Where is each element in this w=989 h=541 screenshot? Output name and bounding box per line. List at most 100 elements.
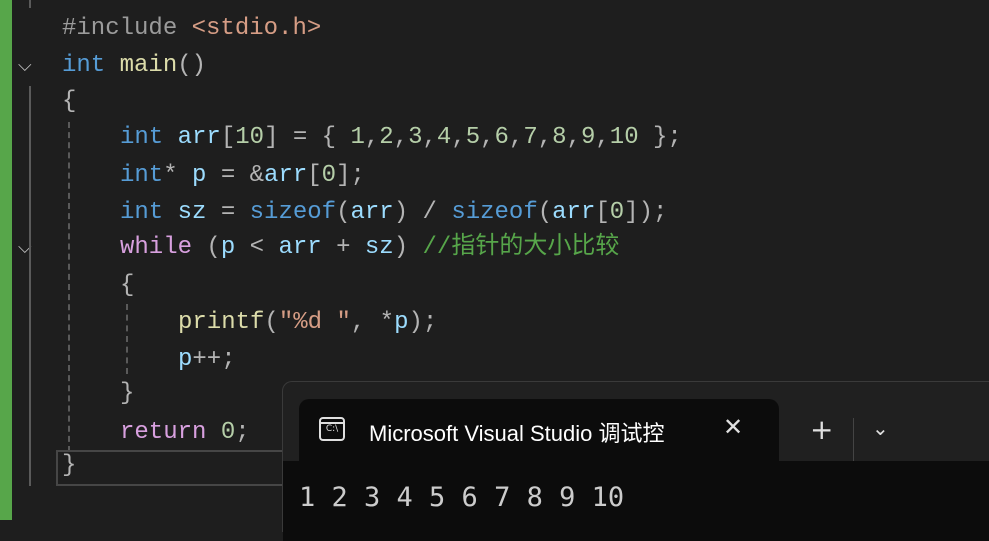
code-token: "%d "	[278, 309, 351, 336]
code-token: //指针的大小比较	[422, 234, 620, 261]
code-token: = &	[206, 162, 265, 189]
code-token: ]);	[624, 199, 668, 226]
scope-guide	[68, 122, 70, 452]
code-token: return	[120, 419, 207, 446]
code-token: =	[206, 199, 250, 226]
code-token: #include	[62, 15, 192, 42]
code-token: ,	[393, 124, 409, 151]
code-line[interactable]: return 0;	[120, 414, 250, 451]
code-token: }	[62, 452, 77, 479]
close-icon[interactable]: ✕	[723, 413, 743, 441]
code-line[interactable]: int* p = &arr[0];	[120, 157, 365, 194]
code-token: ] = {	[264, 124, 351, 151]
console-icon: C:\	[319, 417, 345, 441]
collapse-while-icon[interactable]: ⌵	[18, 237, 38, 258]
code-token: 1	[350, 124, 365, 151]
collapse-main-icon[interactable]: ⌵	[18, 55, 38, 76]
code-token: 5	[465, 124, 481, 151]
terminal-output: 1 2 3 4 5 6 7 8 9 10	[299, 482, 625, 513]
code-token: ++;	[192, 346, 236, 373]
code-token: 2	[379, 124, 394, 151]
code-token: ,	[595, 124, 610, 151]
code-token: ) /	[393, 199, 452, 226]
code-token: ,	[566, 124, 581, 151]
scope-guide	[29, 0, 31, 8]
code-token: p	[192, 162, 207, 189]
code-token: arr	[177, 124, 221, 151]
code-token: ;	[235, 419, 250, 446]
code-token: +	[321, 234, 365, 261]
new-tab-button[interactable]: +	[810, 412, 833, 448]
code-token: }	[120, 380, 135, 407]
code-token: int	[62, 52, 106, 79]
code-line[interactable]: }	[120, 375, 134, 412]
code-token: main	[119, 52, 178, 79]
chevron-down-icon[interactable]: ⌄	[872, 416, 889, 440]
code-token: , *	[350, 309, 395, 336]
code-token: int	[120, 162, 164, 189]
code-token: 0	[609, 199, 625, 226]
code-token: [	[307, 162, 322, 189]
code-token: int	[120, 199, 164, 226]
code-token: (	[264, 309, 279, 336]
code-token: p	[220, 234, 236, 261]
code-token: ,	[508, 124, 524, 151]
code-token: *	[163, 162, 193, 189]
console-icon-text: C:\	[325, 424, 339, 434]
tab-title: Microsoft Visual Studio 调试控	[369, 421, 665, 446]
code-line[interactable]: int main()	[62, 47, 206, 84]
divider	[853, 418, 854, 464]
code-token: arr	[552, 199, 596, 226]
code-token: )	[393, 234, 423, 261]
code-token: 9	[580, 124, 596, 151]
code-token: p	[178, 346, 193, 373]
code-token: sz	[177, 199, 207, 226]
code-line[interactable]: int arr[10] = { 1,2,3,4,5,6,7,8,9,10 };	[120, 119, 682, 156]
code-token: 6	[494, 124, 509, 151]
scope-guide	[126, 304, 128, 374]
code-token: (	[537, 199, 553, 226]
code-line[interactable]: {	[120, 267, 134, 304]
code-token: 10	[609, 124, 639, 151]
code-token: 8	[552, 124, 567, 151]
code-line[interactable]: while (p < arr + sz) //指针的大小比较	[120, 229, 619, 266]
code-token: ,	[451, 124, 466, 151]
code-token: arr	[350, 199, 394, 226]
code-token: [	[220, 124, 236, 151]
code-line[interactable]: }	[62, 447, 76, 484]
code-token: 0	[321, 162, 337, 189]
code-token: {	[62, 88, 77, 115]
code-line[interactable]: printf("%d ", *p);	[178, 304, 437, 341]
code-line[interactable]: p++;	[178, 341, 236, 378]
code-line[interactable]: #include <stdio.h>	[62, 10, 321, 47]
code-token: arr	[264, 162, 308, 189]
code-token: (	[192, 234, 221, 261]
code-token: 10	[235, 124, 265, 151]
code-token: sizeof	[249, 199, 337, 226]
code-token: 4	[436, 124, 452, 151]
code-token: (	[336, 199, 351, 226]
code-line[interactable]: {	[62, 83, 76, 120]
code-token: );	[408, 309, 438, 336]
code-token: ,	[364, 124, 380, 151]
code-token: int	[120, 124, 164, 151]
code-token: sz	[364, 234, 394, 261]
code-token: ];	[336, 162, 365, 189]
code-token: 7	[523, 124, 538, 151]
code-token: <	[235, 234, 279, 261]
code-token: ,	[480, 124, 495, 151]
terminal-tab[interactable]: C:\ Microsoft Visual Studio 调试控 ✕	[299, 399, 779, 461]
code-token: while	[120, 234, 193, 261]
code-token: {	[120, 272, 135, 299]
code-token: p	[394, 309, 409, 336]
code-line[interactable]: int sz = sizeof(arr) / sizeof(arr[0]);	[120, 194, 667, 231]
code-token: ,	[422, 124, 437, 151]
code-token: ()	[177, 52, 207, 79]
code-token: 0	[220, 419, 236, 446]
scope-guide	[29, 86, 31, 486]
code-token: };	[638, 124, 682, 151]
current-line-highlight	[56, 450, 298, 486]
